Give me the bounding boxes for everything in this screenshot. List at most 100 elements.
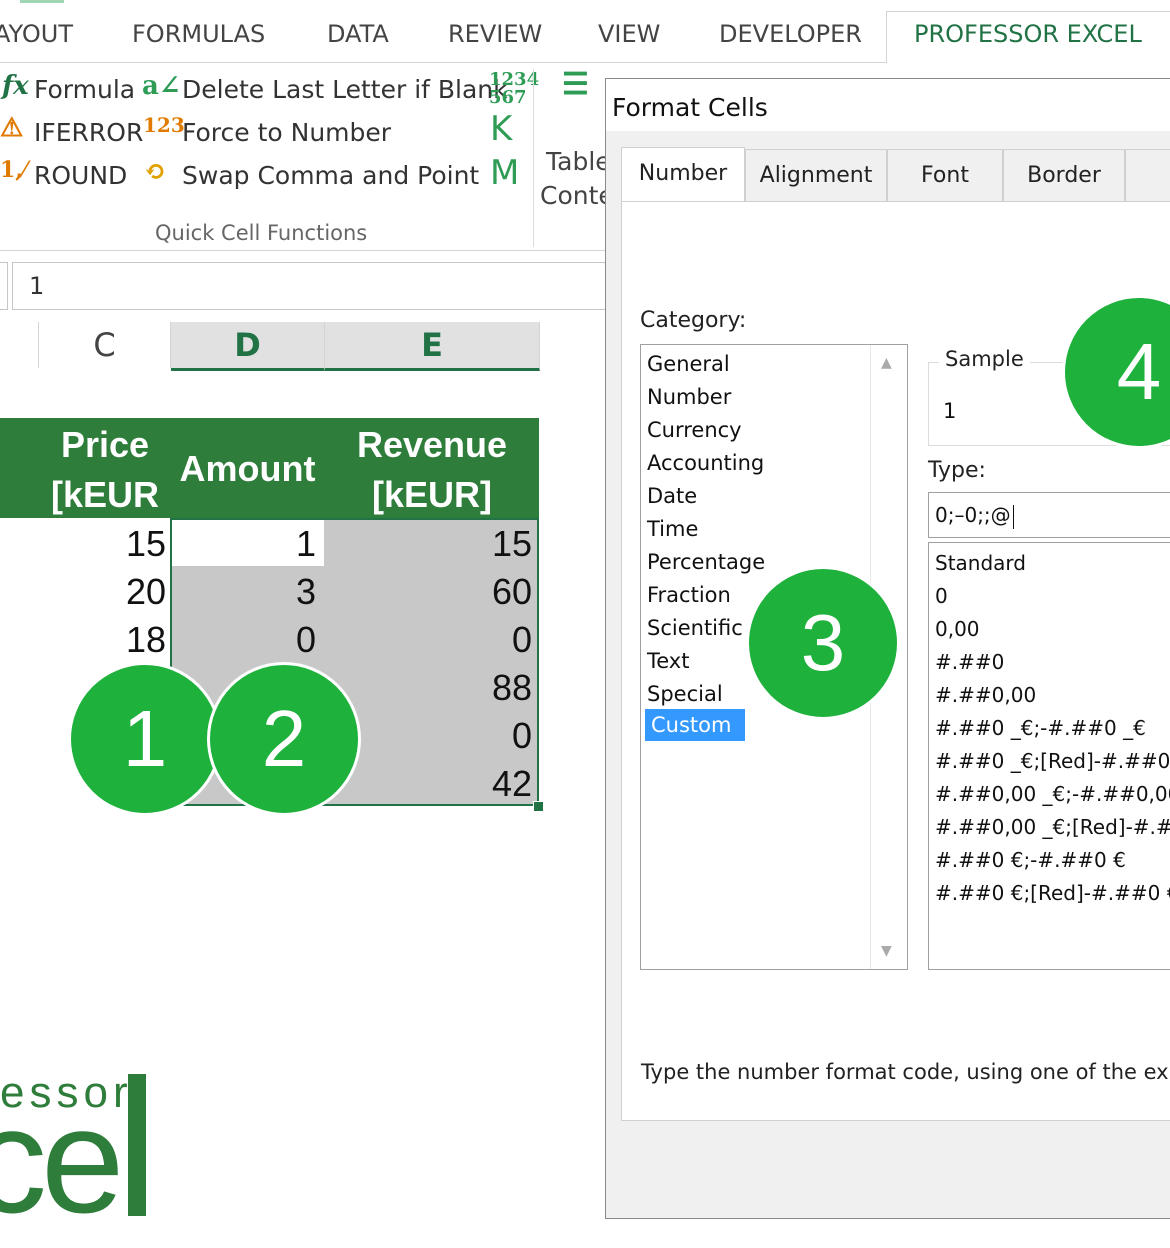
type-label: Type: <box>928 458 986 483</box>
tab-formulas[interactable]: FORMULAS <box>132 20 265 48</box>
type-input[interactable]: 0;–0;;@ <box>928 492 1170 538</box>
type-item[interactable]: #.##0 _€;-#.##0 _€ <box>935 712 1146 745</box>
tab-review[interactable]: REVIEW <box>448 20 542 48</box>
type-item[interactable]: #.##0,00 <box>935 679 1036 712</box>
cell-price[interactable]: 15 <box>0 520 166 568</box>
step-marker-1: 1 <box>68 662 222 816</box>
cell-price[interactable]: 20 <box>0 568 166 616</box>
tab-border[interactable]: Border <box>1003 149 1125 201</box>
header-price-line2: [kEUR <box>50 474 160 515</box>
name-box[interactable] <box>0 262 8 310</box>
category-item-fraction[interactable]: Fraction <box>647 580 737 610</box>
tab-page-layout[interactable]: AYOUT <box>0 20 73 48</box>
header-amount: Amount <box>179 448 316 489</box>
type-item[interactable]: 0,00 <box>935 613 980 646</box>
iferror-icon: ⚠ <box>0 113 24 143</box>
table-header: Price [kEUR Amount Revenue [kEUR] <box>0 418 539 518</box>
category-item-accounting[interactable]: Accounting <box>647 448 770 478</box>
force-to-number-button[interactable]: Force to Number <box>182 118 391 147</box>
category-item-currency[interactable]: Currency <box>647 415 748 445</box>
tab-number[interactable]: Number <box>621 147 745 203</box>
formula-bar: 1 <box>0 262 614 310</box>
cell-revenue[interactable]: 88 <box>324 664 532 712</box>
scroll-up-icon[interactable]: ▲ <box>881 355 892 371</box>
group-separator <box>533 69 534 247</box>
category-label: Category: <box>640 308 747 333</box>
swap-comma-point-button[interactable]: Swap Comma and Point <box>182 161 479 190</box>
round-icon: 1,⁄ <box>0 157 27 183</box>
swap-icon: ⟲ <box>144 157 166 187</box>
tab-developer[interactable]: DEVELOPER <box>719 20 862 48</box>
logo-text-main: ce <box>0 1076 124 1244</box>
type-item[interactable]: #.##0 €;-#.##0 € <box>935 844 1126 877</box>
ribbon-tab-indicator <box>20 0 64 3</box>
ribbon-tab-bar: AYOUT FORMULAS DATA REVIEW VIEW DEVELOPE… <box>0 0 1170 64</box>
k-button[interactable]: K <box>490 109 512 149</box>
iferror-button[interactable]: IFERROR <box>34 118 143 147</box>
cell-revenue[interactable]: 60 <box>324 568 532 616</box>
cell-amount[interactable]: 3 <box>172 568 316 616</box>
table-of-contents-icon: ☰ <box>562 67 589 102</box>
scroll-down-icon[interactable]: ▼ <box>881 943 892 959</box>
step-marker-2: 2 <box>207 662 361 816</box>
type-list[interactable]: Standard 0 0,00 #.##0 #.##0,00 #.##0 _€;… <box>928 542 1170 970</box>
category-item-time[interactable]: Time <box>647 514 704 544</box>
formula-input[interactable]: 1 <box>12 262 614 310</box>
type-item[interactable]: #.##0,00 _€;[Red]-#.##0,00 <box>935 811 1170 844</box>
format-description: Type the number format code, using one o… <box>641 1060 1170 1084</box>
type-value: 0;–0;;@ <box>935 503 1014 529</box>
delete-letter-icon: a∠ <box>142 71 181 101</box>
tab-font[interactable]: Font <box>887 149 1003 201</box>
tab-more[interactable] <box>1125 149 1170 201</box>
force-number-icon: 123 <box>143 113 185 137</box>
table-of-contents-label-1[interactable]: Table <box>546 147 611 176</box>
column-header-c[interactable]: C <box>39 322 171 368</box>
sample-label: Sample <box>939 347 1030 371</box>
cell-amount[interactable]: 1 <box>172 520 316 568</box>
column-header-d[interactable]: D <box>171 322 325 371</box>
formula-button[interactable]: Formula <box>34 75 135 104</box>
category-item-general[interactable]: General <box>647 349 736 379</box>
formula-value: 1 <box>29 272 45 300</box>
delete-last-letter-button[interactable]: Delete Last Letter if Blank <box>182 75 508 104</box>
cell-revenue[interactable]: 0 <box>324 616 532 664</box>
formula-icon: fx <box>2 71 29 101</box>
header-revenue-line1: Revenue <box>356 424 508 465</box>
dialog-title: Format Cells <box>612 93 768 122</box>
type-item[interactable]: #.##0 €;[Red]-#.##0 € <box>935 877 1170 910</box>
text-caret <box>1012 504 1014 529</box>
type-value-text: 0;–0;;@ <box>935 503 1011 527</box>
number-grid-icon: 1234 567 <box>489 69 540 108</box>
fill-handle[interactable] <box>533 801 544 812</box>
type-item[interactable]: 0 <box>935 580 948 613</box>
category-item-percentage[interactable]: Percentage <box>647 547 771 577</box>
cell-revenue[interactable]: 15 <box>324 520 532 568</box>
column-header-row: C D E <box>0 322 540 371</box>
column-header-b[interactable] <box>0 322 39 368</box>
tab-view[interactable]: VIEW <box>598 20 660 48</box>
logo-bar <box>128 1074 146 1216</box>
header-price-line1: Price <box>60 424 150 465</box>
category-item-date[interactable]: Date <box>647 481 703 511</box>
round-button[interactable]: ROUND <box>34 161 127 190</box>
tab-alignment[interactable]: Alignment <box>745 149 887 201</box>
type-item[interactable]: Standard <box>935 547 1026 580</box>
type-item[interactable]: #.##0 _€;[Red]-#.##0 _€ <box>935 745 1170 778</box>
cell-amount[interactable]: 0 <box>172 616 316 664</box>
group-label-quick-cell-functions: Quick Cell Functions <box>155 221 368 245</box>
tab-professor-excel[interactable]: PROFESSOR EXCEL <box>914 20 1142 48</box>
m-button[interactable]: M <box>490 153 519 193</box>
type-item[interactable]: #.##0,00 _€;-#.##0,00 _€ <box>935 778 1170 811</box>
type-item[interactable]: #.##0 <box>935 646 1004 679</box>
table-of-contents-label-2[interactable]: Conte <box>540 181 614 210</box>
tab-data[interactable]: DATA <box>327 20 389 48</box>
category-item-custom[interactable]: Custom <box>645 709 745 741</box>
step-marker-3: 3 <box>746 566 900 720</box>
category-item-text[interactable]: Text <box>647 646 695 676</box>
category-item-special[interactable]: Special <box>647 679 729 709</box>
header-revenue-line2: [kEUR] <box>371 474 492 515</box>
category-item-scientific[interactable]: Scientific <box>647 613 749 643</box>
category-item-number[interactable]: Number <box>647 382 737 412</box>
cell-price[interactable]: 18 <box>0 616 166 664</box>
column-header-e[interactable]: E <box>325 322 540 371</box>
